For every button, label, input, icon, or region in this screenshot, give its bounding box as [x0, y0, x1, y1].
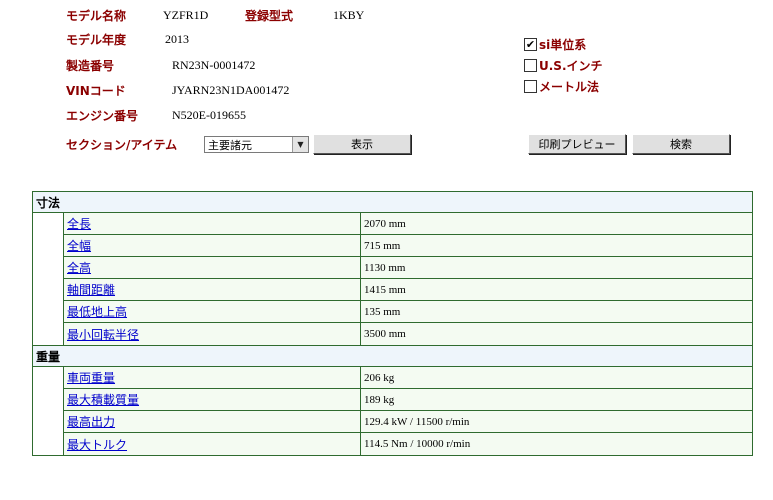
us-inch-checkbox[interactable] — [524, 59, 537, 72]
si-unit-label: si単位系 — [539, 38, 587, 52]
metric-label: メートル法 — [539, 80, 600, 94]
section-body: 全長 2070 mm 全幅 715 mm 全高 1130 mm 軸間距離 1415 mm 最低地… — [33, 213, 752, 346]
spec-item-link[interactable]: 全高 — [67, 259, 91, 276]
us-inch-option[interactable]: U.S.インチ — [524, 57, 603, 74]
metric-checkbox[interactable] — [524, 80, 537, 93]
section-body: 車両重量 206 kg 最大積載質量 189 kg 最高出力 129.4 kW / 115… — [33, 367, 752, 455]
spec-value: 715 mm — [364, 239, 401, 252]
reg-type-value: 1KBY — [333, 8, 365, 22]
spec-value: 3500 mm — [364, 328, 406, 340]
spec-name-cell: 最低地上高 — [64, 301, 361, 322]
chevron-down-icon[interactable]: ▼ — [292, 137, 308, 152]
spec-item-link[interactable]: 全幅 — [67, 237, 91, 254]
spec-value: 129.4 kW / 11500 r/min — [364, 415, 470, 428]
spec-value: 135 mm — [364, 305, 401, 318]
table-row: 最低地上高 135 mm — [64, 301, 752, 323]
show-button[interactable]: 表示 — [313, 134, 411, 154]
spec-item-link[interactable]: 最大積載質量 — [67, 391, 139, 408]
table-row: 最大積載質量 189 kg — [64, 389, 752, 411]
section-select-value: 主要諸元 — [208, 138, 252, 152]
si-unit-checkbox[interactable]: ✔ — [524, 38, 537, 51]
us-inch-label: U.S.インチ — [539, 59, 603, 73]
vin-value: JYARN23N1DA001472 — [172, 83, 290, 97]
print-preview-button[interactable]: 印刷プレビュー — [528, 134, 626, 154]
section-heading: 寸法 — [33, 192, 752, 213]
metric-option[interactable]: メートル法 — [524, 78, 599, 95]
table-row: 全幅 715 mm — [64, 235, 752, 257]
model-year-value: 2013 — [165, 32, 189, 46]
section-item-label: セクション/アイテム — [66, 138, 178, 152]
section-rows: 車両重量 206 kg 最大積載質量 189 kg 最高出力 129.4 kW / 115… — [64, 367, 752, 455]
spec-item-link[interactable]: 最大トルク — [67, 436, 127, 453]
reg-type-label: 登録型式 — [245, 9, 294, 23]
serial-value: RN23N-0001472 — [172, 58, 256, 72]
model-name-label: モデル名称 — [66, 9, 127, 23]
spec-name-cell: 車両重量 — [64, 367, 361, 388]
table-row: 全高 1130 mm — [64, 257, 752, 279]
table-row: 最高出力 129.4 kW / 11500 r/min — [64, 411, 752, 433]
spec-item-link[interactable]: 全長 — [67, 215, 91, 232]
spec-value: 1415 mm — [364, 283, 406, 296]
serial-label: 製造番号 — [66, 59, 115, 73]
spec-table: 寸法全長 2070 mm 全幅 715 mm 全高 1130 mm 軸間距離 1415 mm 最… — [32, 191, 753, 456]
spec-name-cell: 最大積載質量 — [64, 389, 361, 410]
spec-name-cell: 最高出力 — [64, 411, 361, 432]
spec-item-link[interactable]: 最低地上高 — [67, 303, 127, 320]
spec-item-link[interactable]: 車両重量 — [67, 369, 115, 386]
spec-item-link[interactable]: 軸間距離 — [67, 281, 115, 298]
model-year-label: モデル年度 — [66, 33, 127, 47]
table-row: 軸間距離 1415 mm — [64, 279, 752, 301]
engine-value: N520E-019655 — [172, 108, 246, 122]
section-indent — [33, 213, 64, 345]
spec-item-link[interactable]: 最小回転半径 — [67, 326, 139, 343]
spec-value: 206 kg — [364, 371, 395, 384]
section-indent — [33, 367, 64, 455]
spec-value: 1130 mm — [364, 261, 406, 274]
spec-value: 2070 mm — [364, 217, 406, 230]
model-name-value: YZFR1D — [163, 8, 209, 22]
table-row: 最小回転半径 3500 mm — [64, 323, 752, 345]
table-row: 車両重量 206 kg — [64, 367, 752, 389]
spec-name-cell: 最小回転半径 — [64, 323, 361, 345]
spec-name-cell: 全幅 — [64, 235, 361, 256]
vin-label: VINコード — [66, 84, 126, 98]
spec-value: 114.5 Nm / 10000 r/min — [364, 438, 471, 450]
spec-name-cell: 最大トルク — [64, 433, 361, 455]
search-button[interactable]: 検索 — [632, 134, 730, 154]
spec-item-link[interactable]: 最高出力 — [67, 413, 115, 430]
section-rows: 全長 2070 mm 全幅 715 mm 全高 1130 mm 軸間距離 1415 mm 最低地… — [64, 213, 752, 345]
spec-name-cell: 全高 — [64, 257, 361, 278]
si-unit-option[interactable]: ✔ si単位系 — [524, 36, 586, 53]
engine-label: エンジン番号 — [66, 109, 139, 123]
table-row: 最大トルク 114.5 Nm / 10000 r/min — [64, 433, 752, 455]
spec-value: 189 kg — [364, 393, 395, 406]
section-select[interactable]: 主要諸元 ▼ — [204, 136, 309, 153]
section-heading: 重量 — [33, 346, 752, 367]
spec-name-cell: 軸間距離 — [64, 279, 361, 300]
spec-name-cell: 全長 — [64, 213, 361, 234]
table-row: 全長 2070 mm — [64, 213, 752, 235]
